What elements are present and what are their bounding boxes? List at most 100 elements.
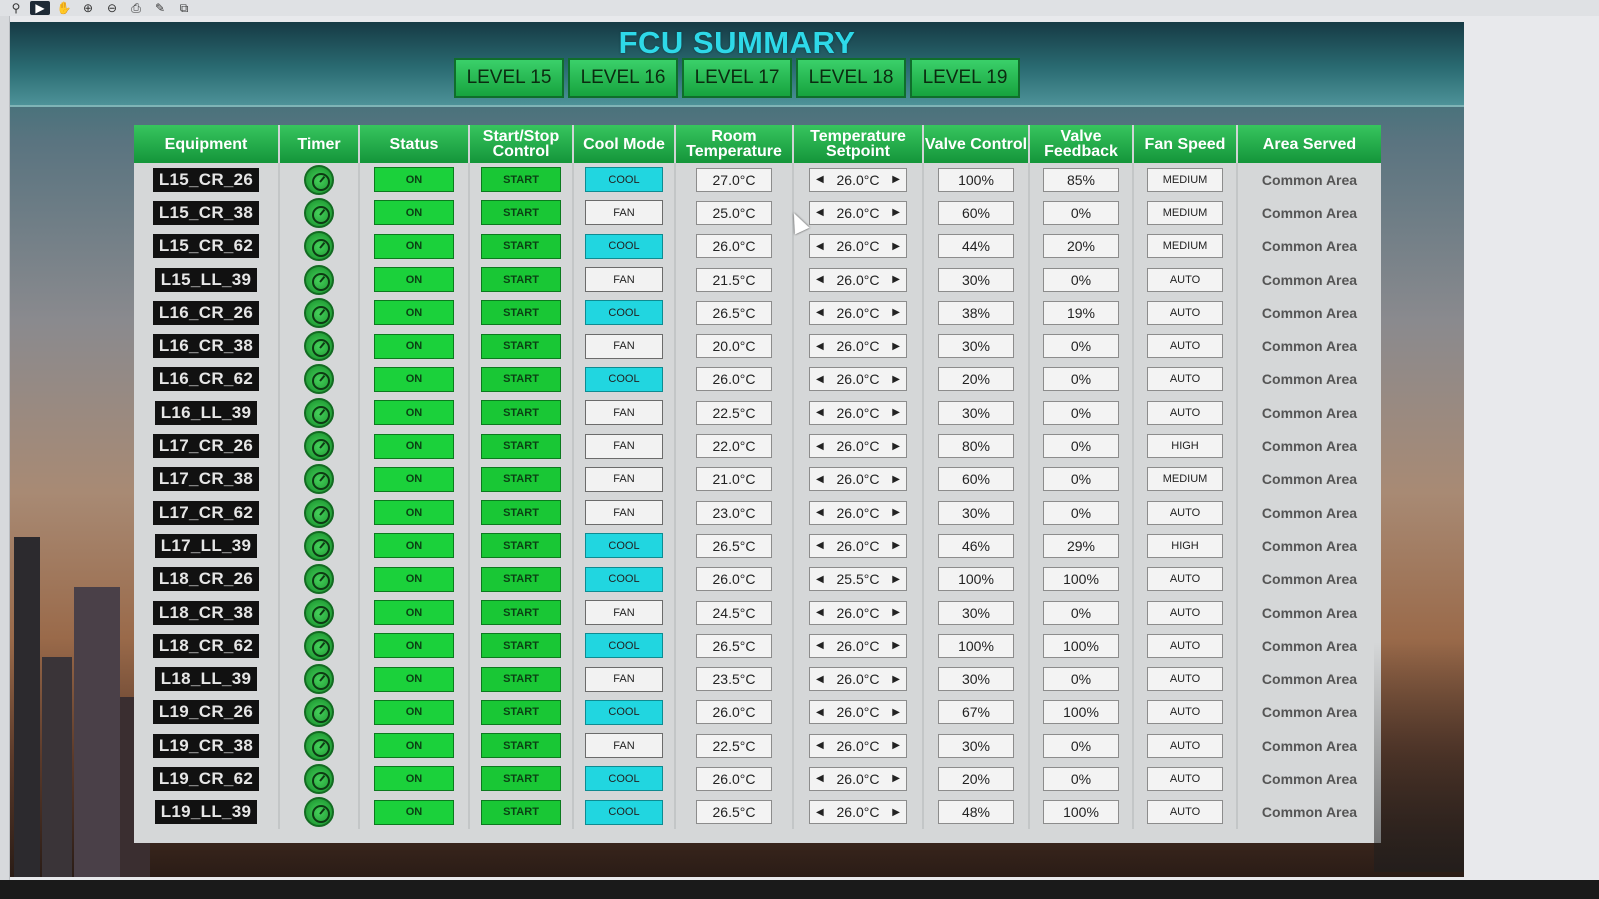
start-button[interactable]: START bbox=[481, 633, 561, 659]
fan-speed-value[interactable]: HIGH bbox=[1147, 434, 1223, 459]
increase-arrow-icon[interactable]: ▶ bbox=[892, 274, 900, 285]
mode-button[interactable]: COOL bbox=[585, 167, 663, 193]
setpoint-spinner[interactable]: ◀ 26.0°C ▶ bbox=[809, 367, 907, 392]
timer-icon[interactable] bbox=[304, 797, 334, 828]
timer-icon[interactable] bbox=[304, 630, 334, 661]
setpoint-spinner[interactable]: ◀ 26.0°C ▶ bbox=[809, 300, 907, 325]
setpoint-spinner[interactable]: ◀ 26.0°C ▶ bbox=[809, 667, 907, 692]
setpoint-spinner[interactable]: ◀ 26.0°C ▶ bbox=[809, 467, 907, 492]
timer-icon[interactable] bbox=[304, 497, 334, 528]
decrease-arrow-icon[interactable]: ◀ bbox=[816, 374, 824, 385]
fan-speed-value[interactable]: AUTO bbox=[1147, 700, 1223, 725]
mode-button[interactable]: FAN bbox=[585, 267, 663, 293]
timer-icon[interactable] bbox=[304, 730, 334, 761]
mode-button[interactable]: FAN bbox=[585, 666, 663, 692]
increase-arrow-icon[interactable]: ▶ bbox=[892, 307, 900, 318]
valve-control-value[interactable]: 30% bbox=[938, 667, 1014, 692]
start-button[interactable]: START bbox=[481, 300, 561, 326]
setpoint-spinner[interactable]: ◀ 26.0°C ▶ bbox=[809, 334, 907, 359]
timer-icon[interactable] bbox=[304, 397, 334, 428]
valve-control-value[interactable]: 30% bbox=[938, 733, 1014, 758]
valve-control-value[interactable]: 30% bbox=[938, 400, 1014, 425]
decrease-arrow-icon[interactable]: ◀ bbox=[816, 307, 824, 318]
decrease-arrow-icon[interactable]: ◀ bbox=[816, 607, 824, 618]
decrease-arrow-icon[interactable]: ◀ bbox=[816, 274, 824, 285]
mode-button[interactable]: FAN bbox=[585, 333, 663, 359]
increase-arrow-icon[interactable]: ▶ bbox=[892, 507, 900, 518]
valve-control-value[interactable]: 20% bbox=[938, 367, 1014, 392]
valve-control-value[interactable]: 30% bbox=[938, 334, 1014, 359]
mode-button[interactable]: FAN bbox=[585, 200, 663, 226]
setpoint-spinner[interactable]: ◀ 26.0°C ▶ bbox=[809, 434, 907, 459]
mode-button[interactable]: COOL bbox=[585, 699, 663, 725]
setpoint-spinner[interactable]: ◀ 26.0°C ▶ bbox=[809, 733, 907, 758]
decrease-arrow-icon[interactable]: ◀ bbox=[816, 341, 824, 352]
start-button[interactable]: START bbox=[481, 333, 561, 359]
valve-control-value[interactable]: 46% bbox=[938, 533, 1014, 558]
mode-button[interactable]: FAN bbox=[585, 400, 663, 426]
mode-button[interactable]: COOL bbox=[585, 233, 663, 259]
increase-arrow-icon[interactable]: ▶ bbox=[892, 707, 900, 718]
valve-control-value[interactable]: 100% bbox=[938, 633, 1014, 658]
timer-icon[interactable] bbox=[304, 164, 334, 195]
setpoint-spinner[interactable]: ◀ 26.0°C ▶ bbox=[809, 500, 907, 525]
fan-speed-value[interactable]: MEDIUM bbox=[1147, 200, 1223, 225]
timer-icon[interactable] bbox=[304, 564, 334, 595]
decrease-arrow-icon[interactable]: ◀ bbox=[816, 174, 824, 185]
select-icon[interactable]: ▶ bbox=[30, 1, 50, 15]
fan-speed-value[interactable]: AUTO bbox=[1147, 267, 1223, 292]
fan-speed-value[interactable]: AUTO bbox=[1147, 500, 1223, 525]
setpoint-spinner[interactable]: ◀ 25.5°C ▶ bbox=[809, 567, 907, 592]
start-button[interactable]: START bbox=[481, 200, 561, 226]
start-button[interactable]: START bbox=[481, 533, 561, 559]
decrease-arrow-icon[interactable]: ◀ bbox=[816, 407, 824, 418]
timer-icon[interactable] bbox=[304, 697, 334, 728]
tab-level-16[interactable]: LEVEL 16 bbox=[568, 58, 678, 98]
start-button[interactable]: START bbox=[481, 766, 561, 792]
valve-control-value[interactable]: 44% bbox=[938, 234, 1014, 259]
increase-arrow-icon[interactable]: ▶ bbox=[892, 607, 900, 618]
timer-icon[interactable] bbox=[304, 264, 334, 295]
mode-button[interactable]: COOL bbox=[585, 533, 663, 559]
decrease-arrow-icon[interactable]: ◀ bbox=[816, 507, 824, 518]
start-button[interactable]: START bbox=[481, 733, 561, 759]
start-button[interactable]: START bbox=[481, 433, 561, 459]
decrease-arrow-icon[interactable]: ◀ bbox=[816, 773, 824, 784]
valve-control-value[interactable]: 60% bbox=[938, 200, 1014, 225]
decrease-arrow-icon[interactable]: ◀ bbox=[816, 807, 824, 818]
tab-level-17[interactable]: LEVEL 17 bbox=[682, 58, 792, 98]
valve-control-value[interactable]: 20% bbox=[938, 766, 1014, 791]
decrease-arrow-icon[interactable]: ◀ bbox=[816, 674, 824, 685]
setpoint-spinner[interactable]: ◀ 26.0°C ▶ bbox=[809, 800, 907, 825]
start-button[interactable]: START bbox=[481, 799, 561, 825]
fan-speed-value[interactable]: HIGH bbox=[1147, 533, 1223, 558]
fan-speed-value[interactable]: MEDIUM bbox=[1147, 467, 1223, 492]
start-button[interactable]: START bbox=[481, 466, 561, 492]
increase-arrow-icon[interactable]: ▶ bbox=[892, 640, 900, 651]
valve-control-value[interactable]: 30% bbox=[938, 267, 1014, 292]
fan-speed-value[interactable]: AUTO bbox=[1147, 800, 1223, 825]
mode-button[interactable]: FAN bbox=[585, 733, 663, 759]
valve-control-value[interactable]: 100% bbox=[938, 167, 1014, 192]
setpoint-spinner[interactable]: ◀ 26.0°C ▶ bbox=[809, 167, 907, 192]
cursor-tool-icon[interactable]: ⚲ bbox=[6, 1, 26, 15]
start-button[interactable]: START bbox=[481, 666, 561, 692]
increase-arrow-icon[interactable]: ▶ bbox=[892, 773, 900, 784]
mode-button[interactable]: COOL bbox=[585, 799, 663, 825]
mode-button[interactable]: FAN bbox=[585, 466, 663, 492]
fan-speed-value[interactable]: AUTO bbox=[1147, 300, 1223, 325]
increase-arrow-icon[interactable]: ▶ bbox=[892, 740, 900, 751]
print-icon[interactable]: ⎙ bbox=[126, 1, 146, 15]
wrench-icon[interactable]: ✎ bbox=[150, 1, 170, 15]
mode-button[interactable]: COOL bbox=[585, 566, 663, 592]
timer-icon[interactable] bbox=[304, 364, 334, 395]
timer-icon[interactable] bbox=[304, 297, 334, 328]
valve-control-value[interactable]: 80% bbox=[938, 434, 1014, 459]
valve-control-value[interactable]: 100% bbox=[938, 567, 1014, 592]
setpoint-spinner[interactable]: ◀ 26.0°C ▶ bbox=[809, 533, 907, 558]
timer-icon[interactable] bbox=[304, 331, 334, 362]
setpoint-spinner[interactable]: ◀ 26.0°C ▶ bbox=[809, 633, 907, 658]
mode-button[interactable]: COOL bbox=[585, 366, 663, 392]
fan-speed-value[interactable]: AUTO bbox=[1147, 733, 1223, 758]
timer-icon[interactable] bbox=[304, 431, 334, 462]
